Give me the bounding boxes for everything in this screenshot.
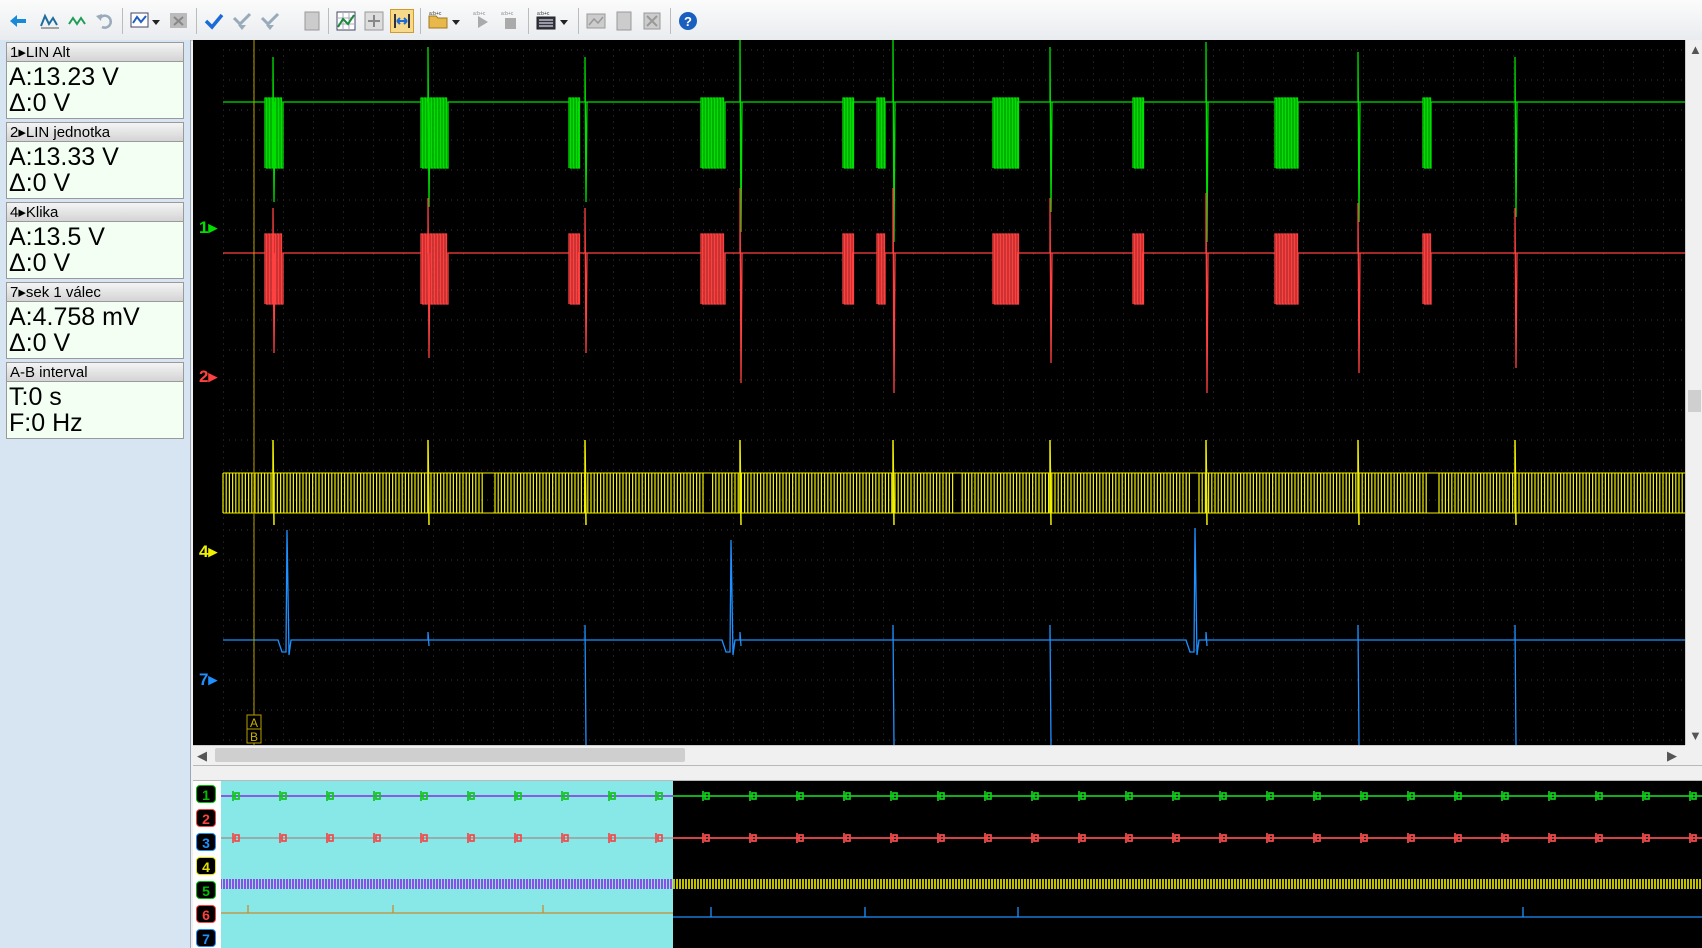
vertical-scrollbar[interactable]: ▲ ▼ xyxy=(1685,40,1702,745)
display-settings-icon[interactable]: a:b+c xyxy=(534,9,558,33)
overview-channel-4-toggle[interactable]: 4 xyxy=(196,857,216,875)
vertical-scroll-thumb[interactable] xyxy=(1688,390,1701,412)
channel-2-label: 2▸LIN jednotka xyxy=(6,122,184,142)
channel-4-amplitude: A:13.5 V xyxy=(9,223,105,251)
check-down-icon[interactable] xyxy=(230,9,254,33)
page-icon[interactable] xyxy=(300,9,324,33)
channel-4-trace xyxy=(222,473,1683,513)
stop-sequence-icon[interactable]: a:b+c xyxy=(498,9,522,33)
channel-1-label: 1▸LIN Alt xyxy=(6,42,184,62)
ab-interval-label: A-B interval xyxy=(6,362,184,382)
dropdown-arrow[interactable] xyxy=(450,9,462,33)
channel-4-marker[interactable]: 4▸ xyxy=(199,542,218,561)
help-icon[interactable]: ? xyxy=(676,9,700,33)
play-sequence-icon[interactable]: a:b+c xyxy=(470,9,494,33)
check-down2-icon[interactable] xyxy=(258,9,282,33)
zoom-chart-icon[interactable] xyxy=(128,9,152,33)
image-icon[interactable] xyxy=(584,9,608,33)
wave-alt-icon[interactable] xyxy=(66,9,90,33)
horizontal-scroll-thumb[interactable] xyxy=(215,748,685,762)
svg-text:a:b+c: a:b+c xyxy=(537,11,550,17)
channel-2-amplitude: A:13.33 V xyxy=(9,143,119,171)
overview-canvas xyxy=(220,781,1702,948)
channel-1-trace xyxy=(223,97,1685,169)
cursor-b-label: B xyxy=(250,730,258,744)
scroll-left-icon[interactable]: ◀ xyxy=(197,748,207,764)
overview-channel-7-trace xyxy=(673,907,1702,918)
channel-1-delta: Δ:0 V xyxy=(9,89,71,117)
channel-4-readout[interactable]: 4▸Klika A:13.5 V Δ:0 V xyxy=(6,202,184,279)
ab-interval-readout[interactable]: A-B interval T:0 s F:0 Hz xyxy=(6,362,184,439)
move-chart-icon[interactable] xyxy=(362,9,386,33)
undo-icon[interactable] xyxy=(93,9,117,33)
cursor-icon[interactable] xyxy=(6,9,30,33)
channel-2-trace xyxy=(223,233,1685,305)
svg-text:a:b+c: a:b+c xyxy=(501,11,514,17)
overview-channel-7-toggle[interactable]: 7 xyxy=(196,929,216,947)
channel-7-trace xyxy=(223,527,1685,656)
svg-text:?: ? xyxy=(684,14,692,29)
wave-icon[interactable] xyxy=(38,9,62,33)
svg-text:a:b+c: a:b+c xyxy=(473,11,486,17)
ab-interval-time: T:0 s xyxy=(9,383,62,411)
channel-7-delta: Δ:0 V xyxy=(9,329,71,357)
channel-7-readout[interactable]: 7▸sek 1 válec A:4.758 mV Δ:0 V xyxy=(6,282,184,359)
channel-4-delta: Δ:0 V xyxy=(9,249,71,277)
overview-channel-6-toggle[interactable]: 6 xyxy=(196,905,216,923)
grid-zoom-icon[interactable] xyxy=(334,9,358,33)
scroll-down-icon[interactable]: ▼ xyxy=(1689,728,1702,743)
channel-2-delta: Δ:0 V xyxy=(9,169,71,197)
channel-7-spikes xyxy=(427,624,1517,745)
pane-splitter[interactable] xyxy=(193,765,1702,781)
ab-interval-frequency: F:0 Hz xyxy=(9,409,83,437)
doc-icon[interactable] xyxy=(612,9,636,33)
cursor-a-label: A xyxy=(250,716,258,730)
measure-icon[interactable] xyxy=(390,9,414,33)
cursor-ab-marker[interactable]: A B xyxy=(246,714,262,744)
open-folder-icon[interactable]: a:b+c xyxy=(426,9,450,33)
channel-2-marker[interactable]: 2▸ xyxy=(199,367,218,386)
overview-channel-4-trace xyxy=(673,879,1701,889)
overview-channel-1-toggle[interactable]: 1 xyxy=(196,785,216,803)
svg-text:a:b+c: a:b+c xyxy=(429,11,442,17)
oscilloscope-display[interactable]: A B 1▸ 2▸ 4▸ 7▸ xyxy=(193,40,1685,745)
overview-channel-2-toggle[interactable]: 2 xyxy=(196,809,216,827)
channel-7-marker[interactable]: 7▸ xyxy=(199,670,218,689)
overview-channel-5-toggle[interactable]: 5 xyxy=(196,881,216,899)
waveforms xyxy=(222,40,1685,745)
channel-4-envelope xyxy=(223,472,1685,514)
overview-channel-labels: 1 2 3 4 5 6 7 xyxy=(193,781,221,948)
scroll-up-icon[interactable]: ▲ xyxy=(1689,42,1702,57)
waveform-canvas: A B 1▸ 2▸ 4▸ 7▸ xyxy=(199,40,1685,745)
toolbar: a:b+c a:b+c a:b+c a:b+c ? xyxy=(0,0,1702,41)
overview-navigator[interactable]: 1 2 3 4 5 6 7 xyxy=(193,781,1702,948)
channel-1-trace-spikes xyxy=(272,40,1518,243)
channel-1-marker[interactable]: 1▸ xyxy=(199,218,218,237)
horizontal-scrollbar[interactable]: ◀ ▶ xyxy=(193,745,1685,765)
channel-1-amplitude: A:13.23 V xyxy=(9,63,119,91)
dropdown-arrow[interactable] xyxy=(150,9,162,33)
channel-2-readout[interactable]: 2▸LIN jednotka A:13.33 V Δ:0 V xyxy=(6,122,184,199)
channel-panel: 1▸LIN Alt A:13.23 V Δ:0 V 2▸LIN jednotka… xyxy=(0,40,191,948)
close-chart-icon[interactable] xyxy=(167,9,191,33)
check-icon[interactable] xyxy=(202,9,226,33)
channel-4-label: 4▸Klika xyxy=(6,202,184,222)
overview-selection-window[interactable] xyxy=(221,781,673,948)
channel-7-label: 7▸sek 1 válec xyxy=(6,282,184,302)
close-doc-icon[interactable] xyxy=(640,9,664,33)
channel-1-readout[interactable]: 1▸LIN Alt A:13.23 V Δ:0 V xyxy=(6,42,184,119)
dropdown-arrow[interactable] xyxy=(558,9,570,33)
channel-2-trace-spikes xyxy=(272,187,1518,394)
scroll-right-icon[interactable]: ▶ xyxy=(1667,748,1677,764)
overview-channel-3-toggle[interactable]: 3 xyxy=(196,833,216,851)
channel-7-amplitude: A:4.758 mV xyxy=(9,303,140,331)
